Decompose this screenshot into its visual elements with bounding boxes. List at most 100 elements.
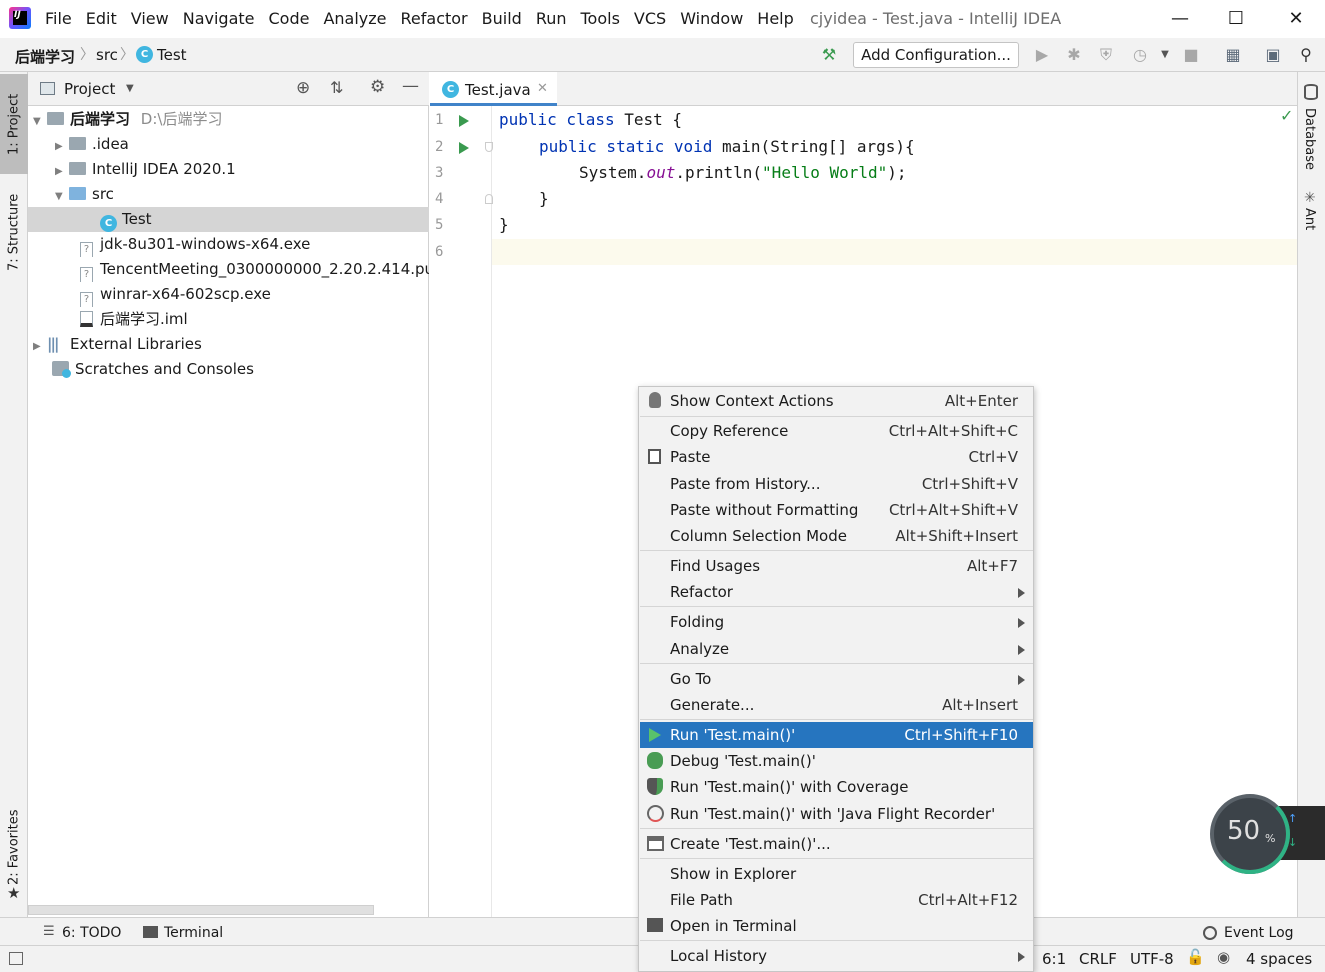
close-tab-icon[interactable]: ✕ xyxy=(537,81,548,96)
tree-item-scratches[interactable]: Scratches and Consoles xyxy=(28,357,429,382)
gear-icon[interactable]: ⚙ xyxy=(370,77,385,97)
tool-tab-ant[interactable]: Ant xyxy=(1302,208,1317,230)
menu-item-shortcut: Alt+Enter xyxy=(944,392,1018,410)
build-hammer-icon[interactable]: ⚒ xyxy=(820,46,838,64)
menu-item-analyze[interactable]: Analyze xyxy=(640,636,1033,662)
debug-icon[interactable]: ✱ xyxy=(1065,46,1083,64)
run-gutter-icon[interactable] xyxy=(459,115,469,127)
coverage-icon[interactable]: ⛨ xyxy=(1097,46,1115,64)
tool-tab-favorites-label: 2: Favorites xyxy=(6,809,22,885)
tool-tab-todo[interactable]: 6: TODO xyxy=(62,925,121,941)
horizontal-scrollbar[interactable] xyxy=(28,905,374,915)
memory-indicator[interactable]: 50 % xyxy=(1210,794,1290,874)
tool-tab-terminal[interactable]: Terminal xyxy=(164,925,223,941)
caret-position[interactable]: 6:1 xyxy=(1042,950,1066,968)
inspector-icon[interactable]: ◉ xyxy=(1217,948,1230,966)
hide-panel-icon[interactable]: — xyxy=(402,76,419,96)
chevron-down-icon[interactable]: ▼ xyxy=(33,109,47,132)
menu-item-refactor[interactable]: Refactor xyxy=(640,579,1033,605)
add-configuration-button[interactable]: Add Configuration... xyxy=(853,42,1019,68)
tree-item-src[interactable]: ▼ src xyxy=(28,182,429,207)
menu-refactor[interactable]: Refactor xyxy=(401,9,468,28)
run-gutter-icon[interactable] xyxy=(459,142,469,154)
menu-item-run-test-main[interactable]: Run 'Test.main()' Ctrl+Shift+F10 xyxy=(640,722,1033,748)
tree-item-idea[interactable]: ▶ .idea xyxy=(28,132,429,157)
menu-code[interactable]: Code xyxy=(269,9,310,28)
chevron-right-icon[interactable]: ▶ xyxy=(33,334,47,357)
locate-target-icon[interactable]: ⊕ xyxy=(296,78,310,98)
tool-tab-database[interactable]: Database xyxy=(1302,108,1317,170)
search-icon[interactable]: ⚲ xyxy=(1297,46,1315,64)
tab-test-java[interactable]: C Test.java ✕ xyxy=(430,72,557,106)
menu-item-paste-from-history[interactable]: Paste from History... Ctrl+Shift+V xyxy=(640,471,1033,497)
chevron-down-icon[interactable]: ▼ xyxy=(1156,46,1174,64)
menu-edit[interactable]: Edit xyxy=(86,9,117,28)
run-icon[interactable]: ▶ xyxy=(1033,46,1051,64)
breadcrumb-project[interactable]: 后端学习 xyxy=(15,46,75,67)
chevron-down-icon[interactable]: ▼ xyxy=(126,83,134,94)
menu-item-show-context-actions[interactable]: Show Context Actions Alt+Enter xyxy=(640,388,1033,414)
code-field: out xyxy=(646,163,676,182)
tree-item-intellij[interactable]: ▶ IntelliJ IDEA 2020.1 xyxy=(28,157,429,182)
menu-file[interactable]: File xyxy=(45,9,72,28)
maximize-icon[interactable]: ☐ xyxy=(1223,6,1249,32)
chevron-right-icon[interactable]: ▶ xyxy=(55,159,69,182)
menu-item-create-test-main[interactable]: Create 'Test.main()'... xyxy=(640,831,1033,857)
tree-item-external-libraries[interactable]: ▶ ||| External Libraries xyxy=(28,332,429,357)
tool-tab-favorites[interactable]: 2: Favorites xyxy=(0,797,28,897)
menu-run[interactable]: Run xyxy=(536,9,567,28)
breadcrumb-src[interactable]: src xyxy=(96,46,118,64)
menu-tools[interactable]: Tools xyxy=(581,9,620,28)
menu-view[interactable]: View xyxy=(131,9,169,28)
menu-build[interactable]: Build xyxy=(482,9,522,28)
presentation-icon[interactable]: ▣ xyxy=(1264,46,1282,64)
menu-item-find-usages[interactable]: Find Usages Alt+F7 xyxy=(640,553,1033,579)
tree-item-file[interactable]: ? winrar-x64-602scp.exe xyxy=(28,282,429,307)
menu-item-open-in-terminal[interactable]: Open in Terminal xyxy=(640,913,1033,939)
menu-item-folding[interactable]: Folding xyxy=(640,609,1033,635)
menu-navigate[interactable]: Navigate xyxy=(183,9,255,28)
menu-item-local-history[interactable]: Local History xyxy=(640,943,1033,969)
menu-item-show-in-explorer[interactable]: Show in Explorer xyxy=(640,861,1033,887)
menu-item-copy-reference[interactable]: Copy Reference Ctrl+Alt+Shift+C xyxy=(640,418,1033,444)
tree-item-file[interactable]: ? jdk-8u301-windows-x64.exe xyxy=(28,232,429,257)
tree-item-file[interactable]: ? TencentMeeting_0300000000_2.20.2.414.pu… xyxy=(28,257,429,282)
chevron-right-icon[interactable]: ▶ xyxy=(55,134,69,157)
project-view-selector[interactable]: Project xyxy=(64,80,115,98)
menu-item-generate[interactable]: Generate... Alt+Insert xyxy=(640,692,1033,718)
toggle-tool-windows-icon[interactable] xyxy=(9,952,23,965)
menu-item-paste-without-formatting[interactable]: Paste without Formatting Ctrl+Alt+Shift+… xyxy=(640,497,1033,523)
menu-item-run-with-jfr[interactable]: Run 'Test.main()' with 'Java Flight Reco… xyxy=(640,801,1033,827)
menu-item-paste[interactable]: Paste Ctrl+V xyxy=(640,444,1033,470)
line-separator[interactable]: CRLF xyxy=(1079,950,1117,968)
file-encoding[interactable]: UTF-8 xyxy=(1130,950,1174,968)
breadcrumb-test[interactable]: Test xyxy=(157,46,187,64)
fold-icon[interactable] xyxy=(485,142,493,152)
tool-tab-event-log[interactable]: Event Log xyxy=(1224,925,1294,941)
close-icon[interactable]: ✕ xyxy=(1283,6,1309,32)
menu-item-shortcut: Ctrl+Alt+F12 xyxy=(918,891,1018,909)
menu-window[interactable]: Window xyxy=(680,9,743,28)
chevron-down-icon[interactable]: ▼ xyxy=(55,184,69,207)
menu-help[interactable]: Help xyxy=(757,9,793,28)
collapse-all-icon[interactable]: ⇅ xyxy=(330,78,343,97)
menu-item-file-path[interactable]: File Path Ctrl+Alt+F12 xyxy=(640,887,1033,913)
lock-icon[interactable]: 🔓 xyxy=(1186,948,1205,966)
menu-vcs[interactable]: VCS xyxy=(634,9,666,28)
menu-item-column-selection-mode[interactable]: Column Selection Mode Alt+Shift+Insert xyxy=(640,523,1033,549)
tree-item-test[interactable]: C Test xyxy=(28,207,429,232)
menu-item-go-to[interactable]: Go To xyxy=(640,666,1033,692)
minimize-icon[interactable]: — xyxy=(1167,6,1193,32)
profiler-icon[interactable]: ◷ xyxy=(1131,46,1149,64)
indent-setting[interactable]: 4 spaces xyxy=(1246,950,1312,968)
project-structure-icon[interactable]: ▦ xyxy=(1224,46,1242,64)
menu-item-run-with-coverage[interactable]: Run 'Test.main()' with Coverage xyxy=(640,774,1033,800)
menu-analyze[interactable]: Analyze xyxy=(323,9,386,28)
tool-tab-project[interactable]: 1: Project xyxy=(0,74,28,174)
tool-tab-structure[interactable]: 7: Structure xyxy=(0,182,28,282)
stop-icon[interactable]: ■ xyxy=(1182,46,1200,64)
fold-icon[interactable] xyxy=(485,194,493,204)
tree-item-file[interactable]: 后端学习.iml xyxy=(28,307,429,332)
tree-item-project-root[interactable]: ▼ 后端学习 D:\后端学习 xyxy=(28,107,429,132)
menu-item-debug-test-main[interactable]: Debug 'Test.main()' xyxy=(640,748,1033,774)
